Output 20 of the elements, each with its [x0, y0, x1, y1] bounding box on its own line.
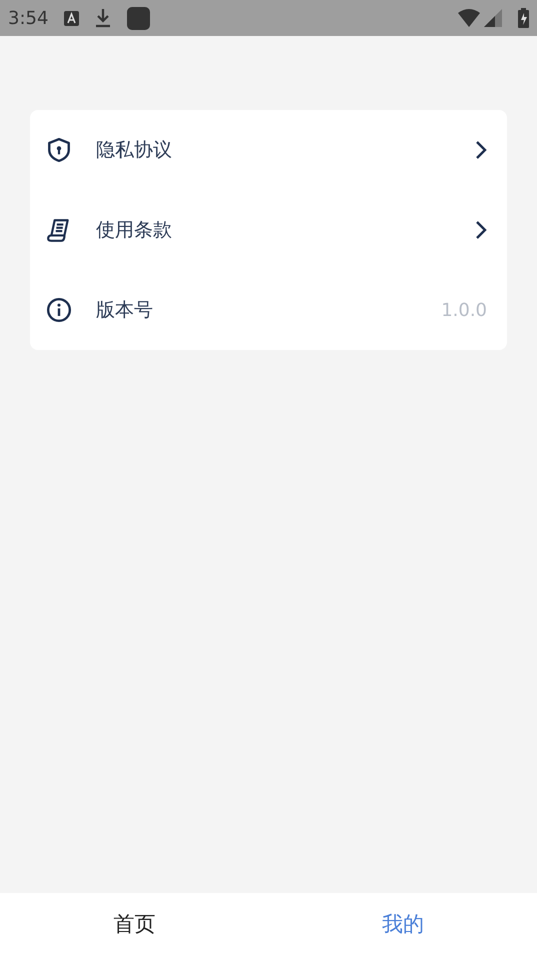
nav-tab[interactable]: 我的	[374, 904, 432, 944]
shield-icon	[46, 137, 72, 163]
menu-item[interactable]: 使用条款	[30, 190, 507, 270]
menu-item[interactable]: 隐私协议	[30, 110, 507, 190]
wifi-icon	[458, 9, 480, 27]
menu-item[interactable]: 版本号 1.0.0	[30, 270, 507, 350]
signal-icon	[484, 9, 502, 27]
keyboard-icon	[64, 10, 80, 26]
menu-label: 隐私协议	[96, 138, 172, 163]
download-icon	[95, 8, 112, 28]
battery-icon	[518, 8, 529, 28]
info-icon	[46, 297, 72, 323]
chevron-right-icon	[475, 220, 487, 240]
chevron-right-icon	[475, 140, 487, 160]
menu-label: 版本号	[96, 298, 153, 323]
clock-time: 3:54	[8, 6, 48, 30]
nav-tab[interactable]: 首页	[105, 904, 164, 944]
app-icon	[127, 6, 150, 30]
menu-label: 使用条款	[96, 218, 172, 243]
version-value: 1.0.0	[441, 298, 487, 322]
